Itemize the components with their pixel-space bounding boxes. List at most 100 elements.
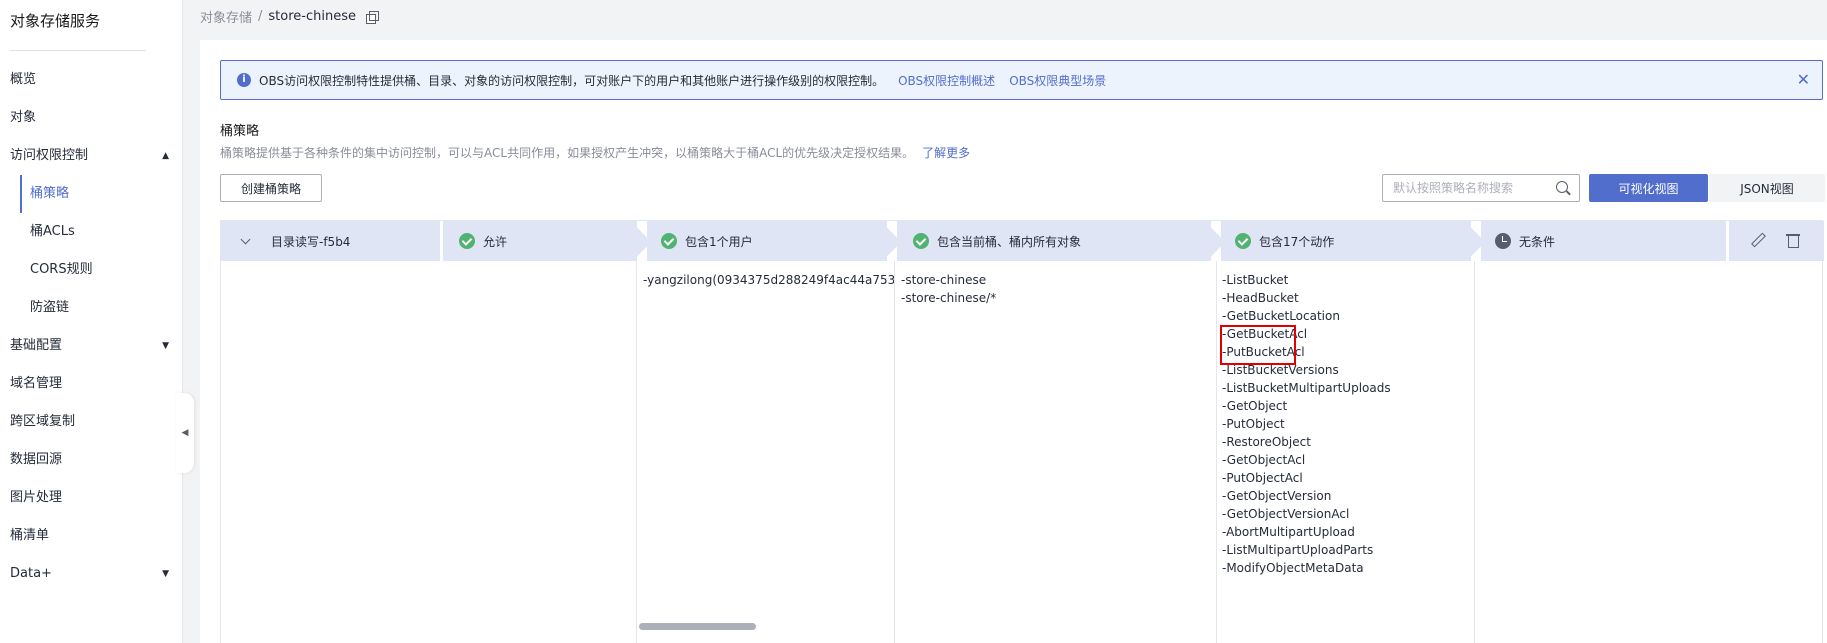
policy-card: 目录读写-f5b4 允许 包含1个用户 包含当前桶、桶内所有对象 包含17个动作… [220,220,1824,643]
visual-view-tab[interactable]: 可视化视图 [1589,174,1708,202]
notice-text: OBS访问权限控制特性提供桶、目录、对象的访问权限控制，可对账户下的用户和其他账… [259,73,885,88]
learn-more-link[interactable]: 了解更多 [922,146,970,160]
sidebar-item-back-to-source[interactable]: 数据回源 [0,441,183,479]
sidebar-item-label: 桶清单 [10,528,50,543]
sidebar-item-label: Data+ [10,566,52,581]
sidebar-item-access-control[interactable]: 访问权限控制 ▲ [0,137,183,175]
action-item: -GetObjectVersion [1222,489,1332,503]
breadcrumb-current: store-chinese [268,9,356,24]
sidebar-item-label: 图片处理 [10,490,63,505]
sidebar-item-label: 防盗链 [30,300,70,315]
policy-condition-cell: 无条件 [1481,221,1726,261]
action-item: -AbortMultipartUpload [1222,525,1355,539]
sidebar-item-label: 基础配置 [10,338,63,353]
principal-summary: 包含1个用户 [685,234,753,249]
sidebar-item-bucket-policy[interactable]: 桶策略 [0,175,183,213]
copy-icon[interactable] [366,10,379,24]
sidebar-item-cors-rules[interactable]: CORS规则 [0,251,183,289]
action-item: -GetObjectVersionAcl [1222,507,1350,521]
breadcrumb: 对象存储 / store-chinese [200,7,379,26]
permission-scenarios-link[interactable]: OBS权限典型场景 [1009,72,1106,89]
chevron-up-icon: ▲ [162,151,169,161]
json-view-tab[interactable]: JSON视图 [1709,174,1825,202]
chevron-down-icon: ▼ [162,569,169,579]
policy-name-cell: 目录读写-f5b4 [221,221,440,261]
policy-search-input[interactable] [1382,174,1580,202]
check-circle-icon [459,233,475,249]
sidebar-item-objects[interactable]: 对象 [0,99,183,137]
sidebar-item-overview[interactable]: 概览 [0,61,183,99]
sidebar: 对象存储服务 概览 对象 访问权限控制 ▲ 桶策略 桶ACLs CORS规则 防盗… [0,0,183,643]
policy-actions-cell [1729,221,1824,261]
policy-resource-cell: 包含当前桶、桶内所有对象 [897,221,1211,261]
action-item: -GetBucketLocation [1222,309,1340,323]
sidebar-item-label: 对象 [10,110,37,125]
action-item: -ListBucket [1222,273,1289,287]
sidebar-item-bucket-inventory[interactable]: 桶清单 [0,517,183,555]
section-description: 桶策略提供基于各种条件的集中访问控制，可以与ACL共同作用，如果授权产生冲突，以… [220,144,970,161]
sidebar-item-cross-region-replication[interactable]: 跨区域复制 [0,403,183,441]
breadcrumb-root[interactable]: 对象存储 [200,7,252,26]
sidebar-item-domain-management[interactable]: 域名管理 [0,365,183,403]
resource-item: -store-chinese/* [901,291,997,305]
action-item: -ListBucketMultipartUploads [1222,381,1391,395]
check-circle-icon [913,233,929,249]
sidebar-item-image-processing[interactable]: 图片处理 [0,479,183,517]
breadcrumb-separator: / [258,9,263,24]
sidebar-item-label: 域名管理 [10,376,63,391]
sidebar-item-label: 数据回源 [10,452,63,467]
delete-icon[interactable] [1786,233,1800,248]
chevron-down-icon: ▼ [162,341,169,351]
action-item: -ListMultipartUploadParts [1222,543,1374,557]
action-item: -HeadBucket [1222,291,1299,305]
principal-item: -yangzilong(0934375d288249f4ac44a75320ae [643,273,895,287]
resource-item: -store-chinese [901,273,987,287]
edit-icon[interactable] [1751,233,1765,247]
sidebar-item-label: 访问权限控制 [10,148,89,163]
chevron-down-icon[interactable] [241,236,251,246]
policy-body-left [221,261,637,643]
chevron-separator [887,221,897,261]
action-item: -RestoreObject [1222,435,1311,449]
action-item: -PutObject [1222,417,1285,431]
resource-summary: 包含当前桶、桶内所有对象 [937,234,1082,249]
section-description-text: 桶策略提供基于各种条件的集中访问控制，可以与ACL共同作用，如果授权产生冲突，以… [220,146,915,160]
sidebar-item-data-plus[interactable]: Data+ ▼ [0,555,183,593]
policy-name: 目录读写-f5b4 [271,234,351,249]
sidebar-item-label: 桶策略 [30,186,70,201]
policy-effect-cell: 允许 [443,221,637,261]
sidebar-item-hotlink-protection[interactable]: 防盗链 [0,289,183,327]
policy-effect: 允许 [483,234,508,249]
chevron-separator [1471,221,1481,261]
check-circle-icon [1235,233,1251,249]
info-icon: i [237,73,251,87]
check-circle-icon [661,233,677,249]
search-icon[interactable] [1556,181,1568,193]
sidebar-divider [10,50,146,51]
main-card: i OBS访问权限控制特性提供桶、目录、对象的访问权限控制，可对账户下的用户和其… [200,40,1827,643]
action-item: -GetObject [1222,399,1288,413]
create-bucket-policy-button[interactable]: 创建桶策略 [220,174,322,202]
close-icon[interactable]: ✕ [1797,71,1810,89]
resource-list: -store-chinese -store-chinese/* [895,261,1217,643]
action-item: -PutObjectAcl [1222,471,1303,485]
permission-overview-link[interactable]: OBS权限控制概述 [898,72,995,89]
condition-summary: 无条件 [1519,234,1556,249]
sidebar-item-bucket-acls[interactable]: 桶ACLs [0,213,183,251]
service-title: 对象存储服务 [10,12,101,30]
action-list: -ListBucket -HeadBucket -GetBucketLocati… [1217,261,1475,643]
condition-list [1475,261,1824,643]
highlight-box [1220,325,1296,365]
action-item: -ModifyObjectMetaData [1222,561,1364,575]
principal-list: -yangzilong(0934375d288249f4ac44a75320ae [637,261,895,643]
horizontal-scrollbar[interactable] [639,623,756,630]
info-notice: i OBS访问权限控制特性提供桶、目录、对象的访问权限控制，可对账户下的用户和其… [220,60,1823,100]
sidebar-item-basic-config[interactable]: 基础配置 ▼ [0,327,183,365]
section-title: 桶策略 [220,124,260,139]
sidebar-collapse-button[interactable]: ◀ [176,393,194,473]
action-summary: 包含17个动作 [1259,234,1335,249]
policy-action-cell: 包含17个动作 [1221,221,1471,261]
sidebar-item-label: CORS规则 [30,262,93,277]
chevron-separator [1211,221,1221,261]
sidebar-item-label: 概览 [10,72,37,87]
